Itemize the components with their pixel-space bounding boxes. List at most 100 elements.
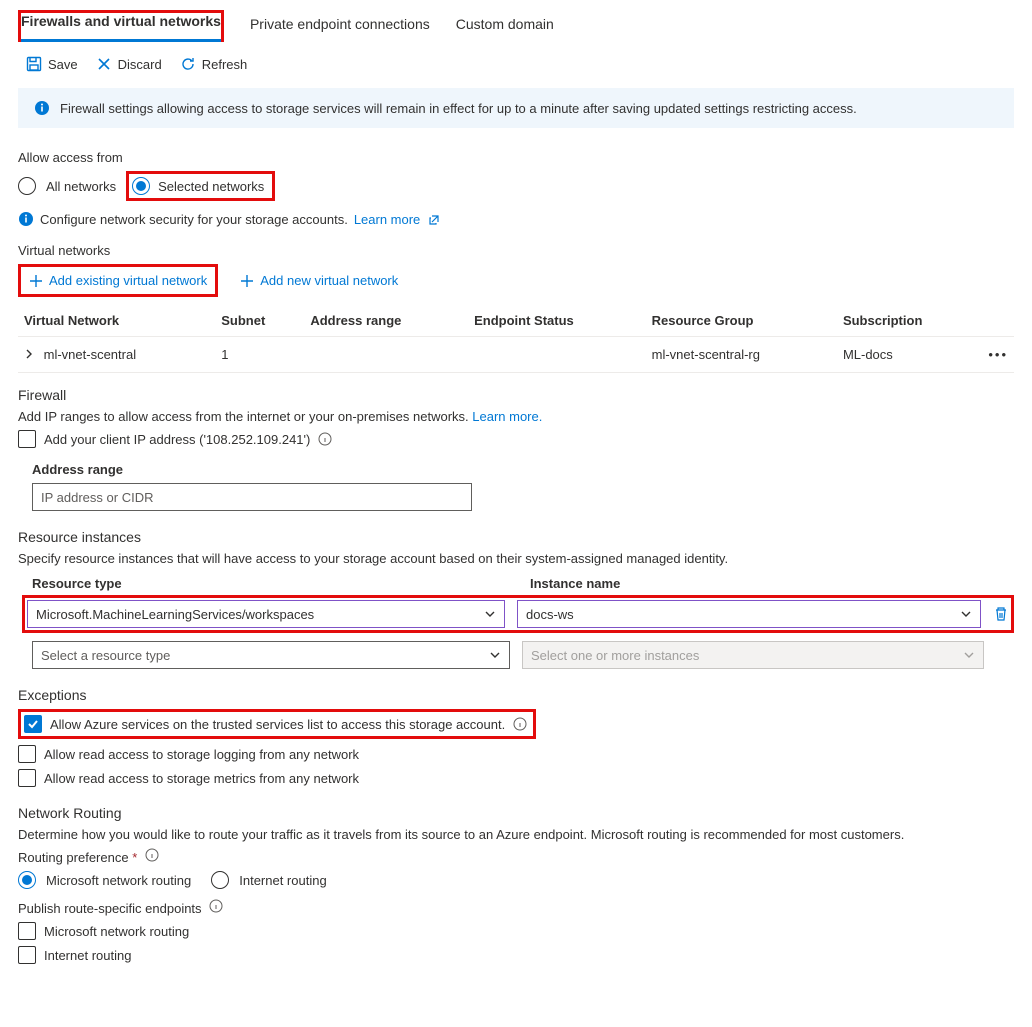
add-client-ip-label: Add your client IP address ('108.252.109…	[44, 432, 310, 447]
col-vnet: Virtual Network	[18, 305, 215, 337]
chevron-down-icon	[963, 649, 975, 661]
pub-ms-label: Microsoft network routing	[44, 924, 189, 939]
table-row[interactable]: ml-vnet-scentral 1 ml-vnet-scentral-rg M…	[18, 337, 1014, 373]
routing-pref-label: Routing preference *	[18, 848, 1014, 865]
ri-desc: Specify resource instances that will hav…	[18, 551, 1014, 566]
radio-ms-routing[interactable]	[18, 871, 36, 889]
resource-type-value: Microsoft.MachineLearningServices/worksp…	[36, 607, 314, 622]
toolbar: Save Discard Refresh	[18, 42, 1014, 88]
checkbox-trusted-services[interactable]	[24, 715, 42, 733]
save-icon	[26, 56, 42, 72]
metrics-label: Allow read access to storage metrics fro…	[44, 771, 359, 786]
close-icon	[96, 56, 112, 72]
vnet-endpoint	[468, 337, 646, 373]
vnet-subnet: 1	[215, 337, 304, 373]
config-note: Configure network security for your stor…	[18, 211, 1014, 227]
learn-more-link[interactable]: Learn more	[354, 212, 440, 227]
tab-private-endpoint[interactable]: Private endpoint connections	[250, 10, 430, 42]
ri-col-name: Instance name	[530, 576, 976, 591]
row-more-button[interactable]: •••	[982, 337, 1014, 373]
checkbox-pub-internet[interactable]	[18, 946, 36, 964]
firewall-heading: Firewall	[18, 387, 1014, 403]
info-icon[interactable]	[209, 899, 223, 913]
tab-firewalls[interactable]: Firewalls and virtual networks	[21, 7, 221, 42]
tabs: Firewalls and virtual networks Private e…	[18, 0, 1014, 42]
resource-type-placeholder: Select a resource type	[41, 648, 170, 663]
vnet-heading: Virtual networks	[18, 243, 1014, 258]
required-star: *	[132, 850, 137, 865]
address-range-input[interactable]	[32, 483, 472, 511]
col-subnet: Subnet	[215, 305, 304, 337]
refresh-label: Refresh	[202, 57, 248, 72]
info-icon[interactable]	[145, 848, 159, 862]
checkbox-metrics[interactable]	[18, 769, 36, 787]
radio-selected-networks[interactable]	[132, 177, 150, 195]
allow-access-label: Allow access from	[18, 150, 1014, 165]
info-icon[interactable]	[513, 717, 527, 731]
info-icon	[34, 100, 50, 116]
instance-name-placeholder: Select one or more instances	[531, 648, 699, 663]
add-existing-vnet-button[interactable]: Add existing virtual network	[18, 264, 218, 297]
firewall-desc: Add IP ranges to allow access from the i…	[18, 409, 1014, 424]
publish-text: Publish route-specific endpoints	[18, 901, 202, 916]
radio-selected-label: Selected networks	[158, 179, 264, 194]
col-range: Address range	[304, 305, 468, 337]
info-icon[interactable]	[318, 432, 332, 446]
save-button[interactable]: Save	[26, 56, 78, 72]
instance-name-select-empty: Select one or more instances	[522, 641, 984, 669]
refresh-icon	[180, 56, 196, 72]
routing-heading: Network Routing	[18, 805, 1014, 821]
publish-label: Publish route-specific endpoints	[18, 899, 1014, 916]
chevron-right-icon[interactable]	[24, 349, 34, 359]
learn-more-text: Learn more	[354, 212, 420, 227]
discard-label: Discard	[118, 57, 162, 72]
resource-type-select[interactable]: Microsoft.MachineLearningServices/worksp…	[27, 600, 505, 628]
trusted-label: Allow Azure services on the trusted serv…	[50, 717, 505, 732]
plus-icon	[240, 274, 254, 288]
logging-label: Allow read access to storage logging fro…	[44, 747, 359, 762]
info-text: Firewall settings allowing access to sto…	[60, 101, 857, 116]
instance-name-select[interactable]: docs-ws	[517, 600, 981, 628]
radio-all-networks[interactable]	[18, 177, 36, 195]
add-new-vnet-button[interactable]: Add new virtual network	[232, 267, 406, 294]
refresh-button[interactable]: Refresh	[180, 56, 248, 72]
pub-internet-label: Internet routing	[44, 948, 131, 963]
add-existing-label: Add existing virtual network	[49, 273, 207, 288]
info-icon	[18, 211, 34, 227]
checkbox-pub-ms-routing[interactable]	[18, 922, 36, 940]
checkbox-add-client-ip[interactable]	[18, 430, 36, 448]
config-text: Configure network security for your stor…	[40, 212, 348, 227]
delete-icon[interactable]	[993, 606, 1009, 622]
resource-type-select-empty[interactable]: Select a resource type	[32, 641, 510, 669]
chevron-down-icon	[960, 608, 972, 620]
col-sub: Subscription	[837, 305, 982, 337]
address-range-label: Address range	[32, 462, 1014, 477]
firewall-desc-text: Add IP ranges to allow access from the i…	[18, 409, 472, 424]
ri-col-type: Resource type	[32, 576, 510, 591]
col-endpoint: Endpoint Status	[468, 305, 646, 337]
tab-custom-domain[interactable]: Custom domain	[456, 10, 554, 42]
access-radio-group: All networks Selected networks	[18, 171, 1014, 201]
exceptions-heading: Exceptions	[18, 687, 1014, 703]
firewall-learn-more-link[interactable]: Learn more.	[472, 409, 542, 424]
vnet-rg: ml-vnet-scentral-rg	[646, 337, 837, 373]
chevron-down-icon	[484, 608, 496, 620]
checkbox-logging[interactable]	[18, 745, 36, 763]
routing-pref-text: Routing preference	[18, 850, 129, 865]
chevron-down-icon	[489, 649, 501, 661]
radio-internet-routing[interactable]	[211, 871, 229, 889]
save-label: Save	[48, 57, 78, 72]
internet-routing-label: Internet routing	[239, 873, 326, 888]
add-new-label: Add new virtual network	[260, 273, 398, 288]
vnet-table: Virtual Network Subnet Address range End…	[18, 305, 1014, 373]
vnet-name: ml-vnet-scentral	[44, 347, 136, 362]
routing-desc: Determine how you would like to route yo…	[18, 827, 1014, 842]
vnet-sub: ML-docs	[837, 337, 982, 373]
col-rg: Resource Group	[646, 305, 837, 337]
external-link-icon	[428, 214, 440, 226]
ms-routing-label: Microsoft network routing	[46, 873, 191, 888]
ri-heading: Resource instances	[18, 529, 1014, 545]
vnet-range	[304, 337, 468, 373]
radio-all-label: All networks	[46, 179, 116, 194]
discard-button[interactable]: Discard	[96, 56, 162, 72]
